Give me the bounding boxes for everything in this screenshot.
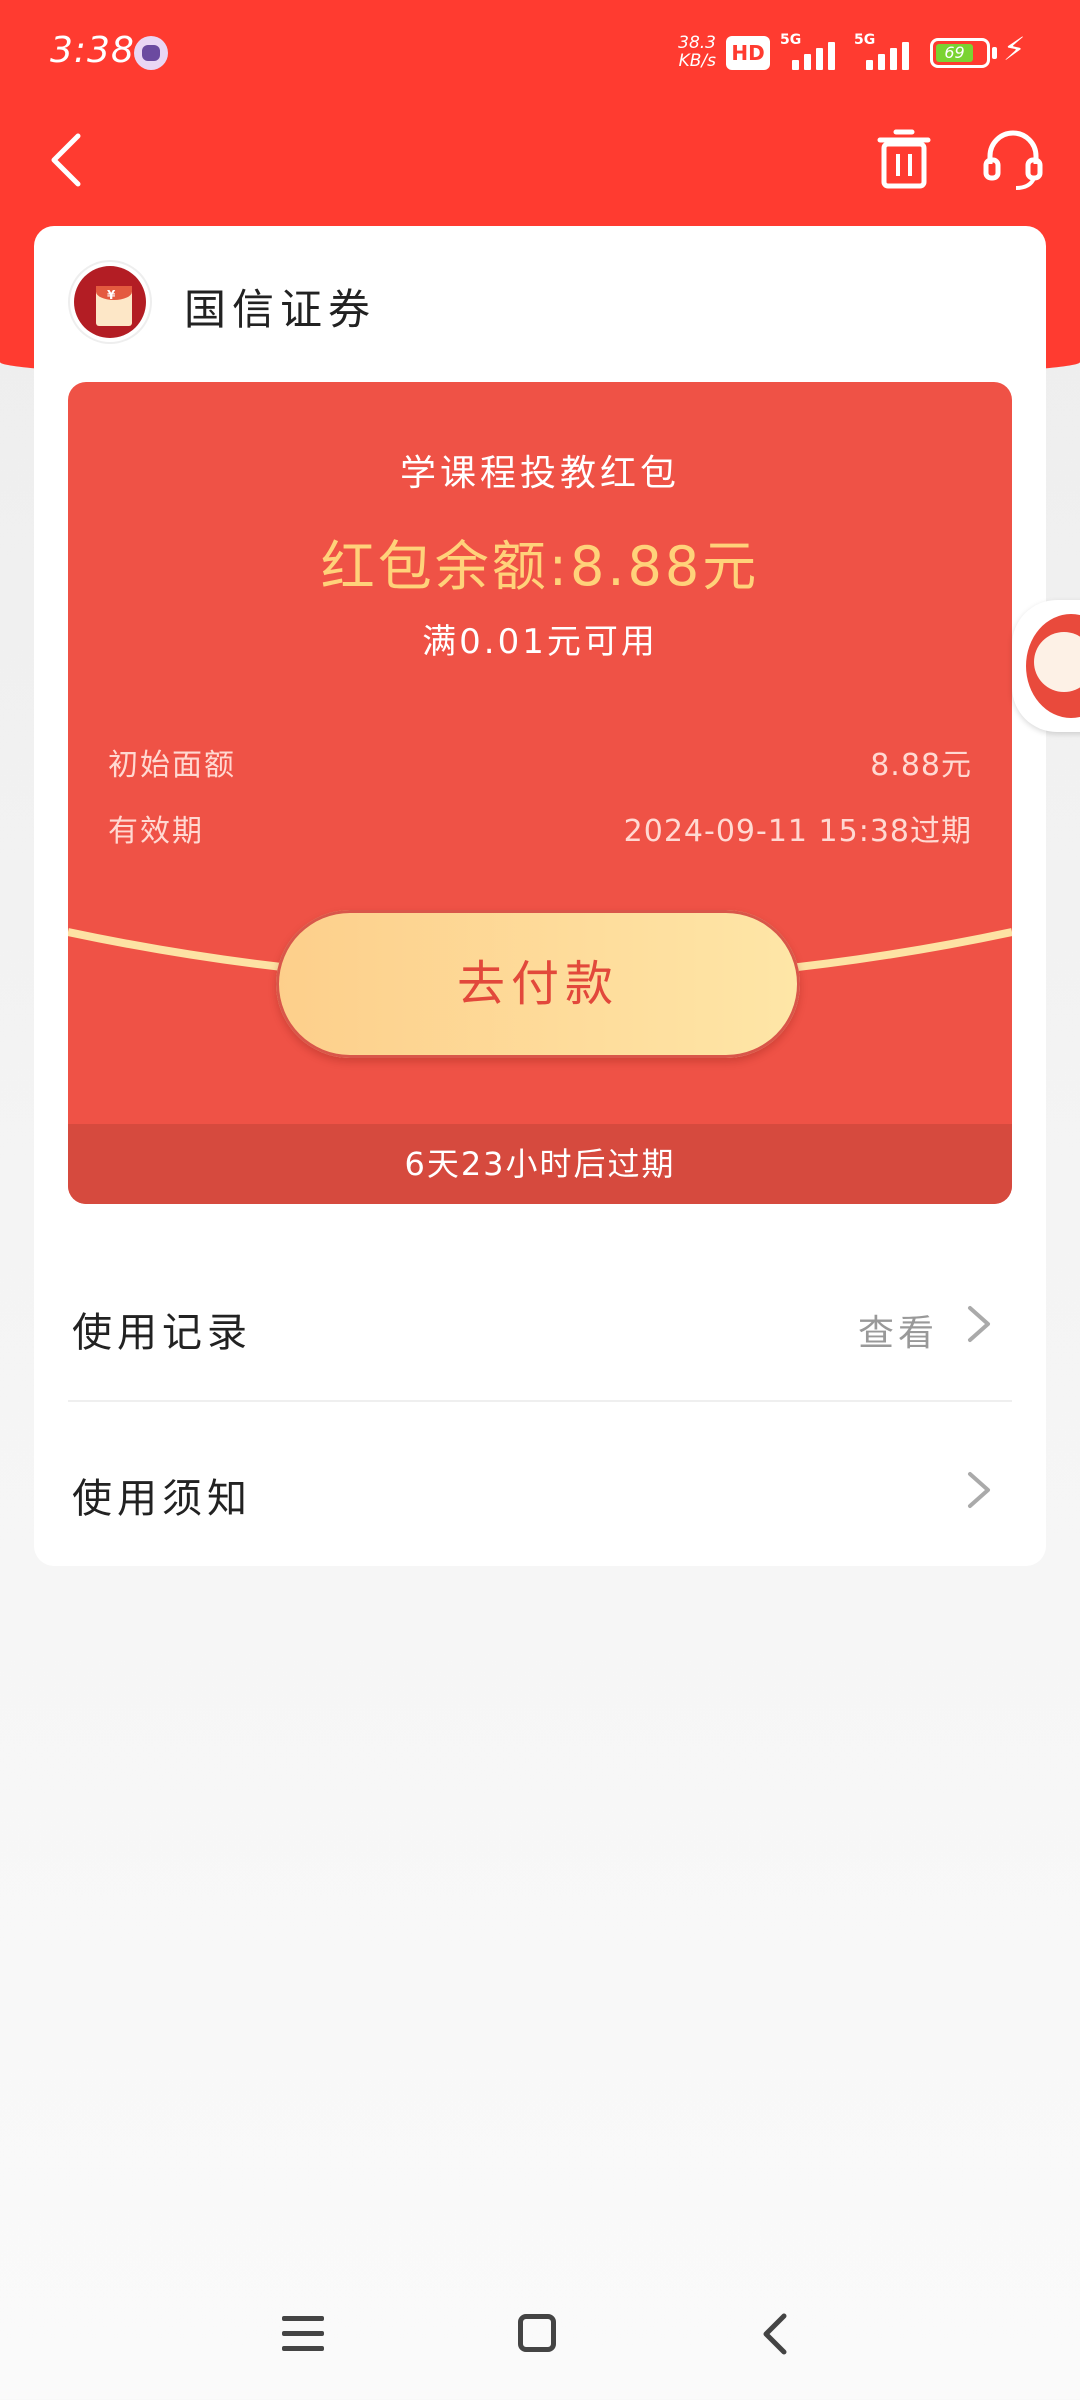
battery-icon: 69 [930,38,990,68]
charging-icon: ⚡ [1003,30,1026,68]
trash-icon [877,129,931,189]
floating-mascot-icon[interactable] [1012,600,1080,732]
usage-record-row[interactable]: 使用记录 查看 [68,1266,1012,1376]
validity-value: 2024-09-11 15:38过期 [623,814,972,849]
delete-button[interactable] [872,126,936,190]
red-envelope-icon [70,262,150,342]
validity-label: 有效期 [108,814,204,849]
chevron-left-icon [51,133,81,187]
merchant-name: 国信证券 [184,285,377,334]
network-speed: 38.3 KB/s [676,34,716,70]
red-packet-panel: 学课程投教红包 红包余额:8.88元 满0.01元可用 初始面额 8.88元 有… [68,382,1012,1204]
red-packet-card: 国信证券 学课程投教红包 红包余额:8.88元 满0.01元可用 初始面额 8.… [34,226,1046,1566]
packet-balance: 红包余额:8.88元 [320,535,760,598]
signal-sim2-icon: 5G [854,32,916,72]
network-speed-value: 38.3 [678,33,716,53]
expire-countdown: 6天23小时后过期 [68,1124,1012,1204]
view-link[interactable]: 查看 [858,1304,938,1356]
status-bar: 3:38 38.3 KB/s HD 5G 5G 69 ⚡ [0,0,1080,110]
pay-button[interactable]: 去付款 [276,910,800,1058]
divider [68,1400,1012,1402]
sim2-network-type: 5G [854,32,876,48]
customer-service-button[interactable] [980,126,1046,192]
chevron-right-icon [968,1472,990,1508]
headset-icon [983,130,1043,190]
initial-amount-value: 8.88元 [870,748,972,783]
battery-level: 69 [936,44,973,62]
app-notification-icon [134,36,168,70]
packet-condition: 满0.01元可用 [422,622,658,662]
sim1-network-type: 5G [780,32,802,48]
usage-record-label: 使用记录 [72,1310,252,1356]
initial-amount-label: 初始面额 [108,748,236,783]
menu-icon[interactable] [282,2314,324,2354]
status-time: 3:38 [50,30,135,71]
back-button[interactable] [40,128,100,188]
usage-notice-row[interactable]: 使用须知 [68,1432,1012,1542]
packet-title: 学课程投教红包 [399,453,680,494]
back-triangle-icon[interactable] [756,2310,792,2358]
home-square-icon[interactable] [518,2314,556,2352]
battery-tip [992,47,997,59]
chevron-right-icon [968,1306,990,1342]
network-speed-unit: KB/s [678,51,716,71]
hd-voice-icon: HD [726,36,770,70]
system-nav-bar [0,2270,1080,2400]
usage-notice-label: 使用须知 [72,1476,252,1522]
signal-sim1-icon: 5G [780,32,842,72]
